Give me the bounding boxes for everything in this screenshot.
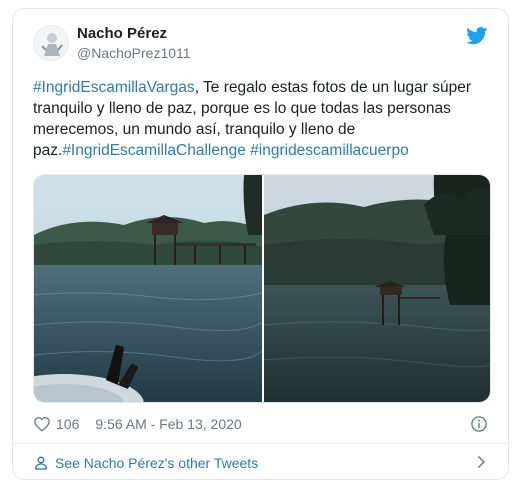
author-name[interactable]: Nacho Pérez [77,25,167,42]
heart-icon[interactable] [33,415,51,433]
tweet-photo[interactable] [264,175,490,402]
tweet-meta: 106 9:56 AM - Feb 13, 2020 [33,413,242,435]
see-other-tweets-label: See Nacho Pérez's other Tweets [55,454,259,471]
hashtag-link[interactable]: #ingridescamillacuerpo [250,142,409,159]
lake-pier-photo-image [264,175,490,402]
chevron-right-icon [477,456,485,468]
like-count[interactable]: 106 [56,416,79,432]
author-handle[interactable]: @NachoPrez1011 [77,45,191,61]
person-icon [35,456,47,470]
avatar[interactable] [33,25,69,61]
hashtag-link[interactable]: #IngridEscamillaVargas [33,79,195,96]
tweet-timestamp[interactable]: 9:56 AM - Feb 13, 2020 [95,416,241,432]
tweet-photo[interactable] [34,175,262,402]
tweet-text: #IngridEscamillaVargas, Te regalo estas … [33,77,493,161]
tweet-header: Nacho Pérez @NachoPrez1011 [13,9,508,69]
photo-grid [33,174,491,403]
twitter-bird-icon[interactable] [466,27,488,45]
hashtag-link[interactable]: #IngridEscamillaChallenge [62,142,246,159]
avatar-image [34,26,68,60]
info-icon[interactable] [470,415,488,433]
lake-dock-photo-image [34,175,262,402]
see-other-tweets-link[interactable]: See Nacho Pérez's other Tweets [13,444,508,479]
embedded-tweet-card: Nacho Pérez @NachoPrez1011 #IngridEscami… [12,8,509,480]
